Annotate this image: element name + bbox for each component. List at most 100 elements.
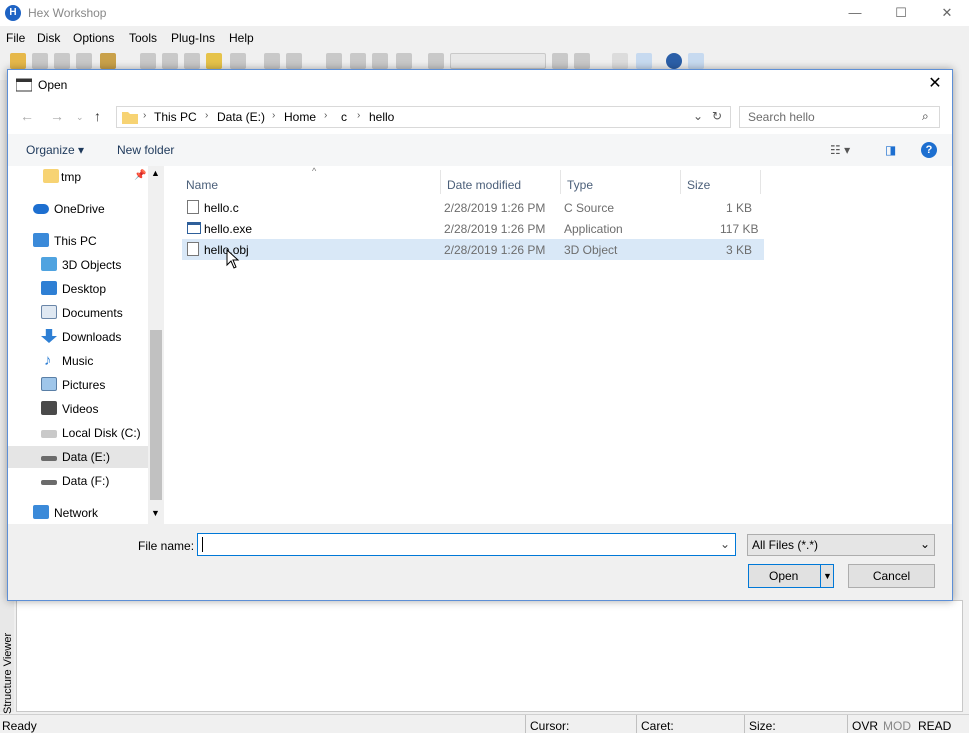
cancel-button[interactable]: Cancel: [848, 564, 935, 588]
view-options-icon[interactable]: ☷ ▾: [830, 143, 850, 157]
find-prev-toolbar-icon[interactable]: [372, 53, 388, 69]
forward-arrow-icon[interactable]: →: [50, 108, 64, 124]
open-toolbar-icon[interactable]: [10, 53, 26, 69]
cloud-icon: [33, 204, 49, 214]
open-button[interactable]: Open ▼: [748, 564, 834, 588]
address-bar[interactable]: › This PC › Data (E:) › Home › c › hello…: [116, 106, 731, 128]
paste-special-toolbar-icon[interactable]: [206, 53, 222, 69]
menu-plug-ins[interactable]: Plug-Ins: [171, 31, 215, 45]
navigation-scroll-thumb[interactable]: [150, 330, 162, 500]
search-icon[interactable]: ⌕: [922, 109, 929, 124]
scroll-down-icon[interactable]: ▼: [151, 508, 160, 518]
goto-toolbar-icon[interactable]: [428, 53, 444, 69]
nav-item-3d-objects[interactable]: 3D Objects: [8, 254, 148, 276]
preview-pane-icon[interactable]: ◨: [885, 143, 896, 157]
minimize-button[interactable]: —: [832, 0, 878, 26]
menu-file[interactable]: File: [6, 31, 25, 45]
nav-item-desktop[interactable]: Desktop: [8, 278, 148, 300]
bookmark-toolbar-icon[interactable]: [552, 53, 568, 69]
nav-item-downloads[interactable]: Downloads: [8, 326, 148, 348]
breadcrumb-data-e[interactable]: Data (E:): [217, 110, 265, 124]
column-header-type[interactable]: Type: [567, 178, 593, 192]
breadcrumb-c[interactable]: c: [341, 110, 347, 124]
dialog-close-button[interactable]: ✕: [918, 70, 952, 98]
file-type-filter-select[interactable]: All Files (*.*) ⌄: [747, 534, 935, 556]
nav-item-pictures[interactable]: Pictures: [8, 374, 148, 396]
properties-toolbar-icon[interactable]: [100, 53, 116, 69]
menu-tools[interactable]: Tools: [129, 31, 157, 45]
help-button[interactable]: ?: [921, 142, 937, 158]
undo-toolbar-icon[interactable]: [264, 53, 280, 69]
nav-item-tmp[interactable]: tmp 📌: [8, 166, 148, 188]
address-dropdown-chevron-icon[interactable]: ⌄: [693, 109, 703, 123]
nav-item-videos[interactable]: Videos: [8, 398, 148, 420]
column-separator[interactable]: [760, 170, 761, 194]
breadcrumb-chevron-icon[interactable]: ›: [357, 110, 360, 121]
save-all-toolbar-icon[interactable]: [54, 53, 70, 69]
find-toolbar-icon[interactable]: [326, 53, 342, 69]
breadcrumb-home[interactable]: Home: [284, 110, 316, 124]
redo-toolbar-icon[interactable]: [286, 53, 302, 69]
intel-toolbar-icon[interactable]: [688, 53, 704, 69]
menu-disk[interactable]: Disk: [37, 31, 60, 45]
paste-toolbar-icon[interactable]: [184, 53, 200, 69]
column-separator[interactable]: [440, 170, 441, 194]
cut-toolbar-icon[interactable]: [140, 53, 156, 69]
breadcrumb-hello[interactable]: hello: [369, 110, 394, 124]
file-row-hello-exe[interactable]: hello.exe 2/28/2019 1:26 PM Application …: [182, 218, 764, 239]
file-row-hello-obj[interactable]: hello.obj 2/28/2019 1:26 PM 3D Object 3 …: [182, 239, 764, 260]
new-folder-button[interactable]: New folder: [117, 143, 174, 157]
scroll-up-icon[interactable]: ▲: [151, 168, 160, 178]
up-arrow-icon[interactable]: ↑: [94, 108, 101, 124]
hex-editor-area[interactable]: [16, 600, 963, 712]
bookmark-next-toolbar-icon[interactable]: [574, 53, 590, 69]
structure-viewer-label[interactable]: Structure Viewer: [2, 614, 14, 714]
breadcrumb-chevron-icon[interactable]: ›: [272, 110, 275, 121]
insert-toolbar-icon[interactable]: [230, 53, 246, 69]
nav-item-data-e[interactable]: Data (E:): [8, 446, 148, 468]
column-header-size[interactable]: Size: [687, 178, 710, 192]
maximize-button[interactable]: ☐: [878, 0, 924, 26]
nav-item-onedrive[interactable]: OneDrive: [8, 198, 148, 220]
bookmark-select[interactable]: [450, 53, 546, 69]
save-toolbar-icon[interactable]: [32, 53, 48, 69]
nav-item-label: tmp: [61, 170, 82, 184]
organize-button[interactable]: Organize ▾: [26, 143, 84, 157]
base-16-toolbar-icon[interactable]: [636, 53, 652, 69]
search-placeholder: Search hello: [748, 110, 815, 124]
copy-toolbar-icon[interactable]: [162, 53, 178, 69]
nav-item-data-f[interactable]: Data (F:): [8, 470, 148, 492]
close-button[interactable]: ✕: [924, 0, 969, 26]
nav-item-label: Documents: [62, 306, 123, 320]
column-separator[interactable]: [680, 170, 681, 194]
menu-options[interactable]: Options: [73, 31, 114, 45]
nav-item-music[interactable]: ♪ Music: [8, 350, 148, 372]
back-arrow-icon[interactable]: ←: [20, 108, 34, 124]
file-name-input[interactable]: ⌄: [197, 533, 736, 556]
open-dropdown-icon[interactable]: ▼: [820, 565, 834, 587]
filter-dropdown-icon[interactable]: ⌄: [920, 537, 930, 551]
breadcrumb-chevron-icon[interactable]: ›: [205, 110, 208, 121]
nav-item-this-pc[interactable]: This PC: [8, 230, 148, 252]
column-header-name[interactable]: Name: [186, 178, 218, 192]
breadcrumb-this-pc[interactable]: This PC: [154, 110, 197, 124]
recent-chevron-icon[interactable]: ⌄: [76, 112, 84, 123]
nav-item-documents[interactable]: Documents: [8, 302, 148, 324]
nav-item-local-disk-c[interactable]: Local Disk (C:): [8, 422, 148, 444]
menu-help[interactable]: Help: [229, 31, 254, 45]
file-name-dropdown-icon[interactable]: ⌄: [720, 537, 730, 551]
nav-item-network[interactable]: Network: [8, 502, 148, 524]
column-separator[interactable]: [560, 170, 561, 194]
motorola-toolbar-icon[interactable]: [666, 53, 682, 69]
find-next-toolbar-icon[interactable]: [350, 53, 366, 69]
pin-icon[interactable]: 📌: [134, 170, 146, 181]
refresh-icon[interactable]: ↻: [712, 109, 722, 123]
file-row-hello-c[interactable]: hello.c 2/28/2019 1:26 PM C Source 1 KB: [182, 197, 764, 218]
breadcrumb-chevron-icon[interactable]: ›: [143, 110, 146, 121]
breadcrumb-chevron-icon[interactable]: ›: [324, 110, 327, 121]
search-box[interactable]: Search hello ⌕: [739, 106, 940, 128]
base-10-toolbar-icon[interactable]: [612, 53, 628, 69]
replace-toolbar-icon[interactable]: [396, 53, 412, 69]
column-header-date-modified[interactable]: Date modified: [447, 178, 521, 192]
print-toolbar-icon[interactable]: [76, 53, 92, 69]
